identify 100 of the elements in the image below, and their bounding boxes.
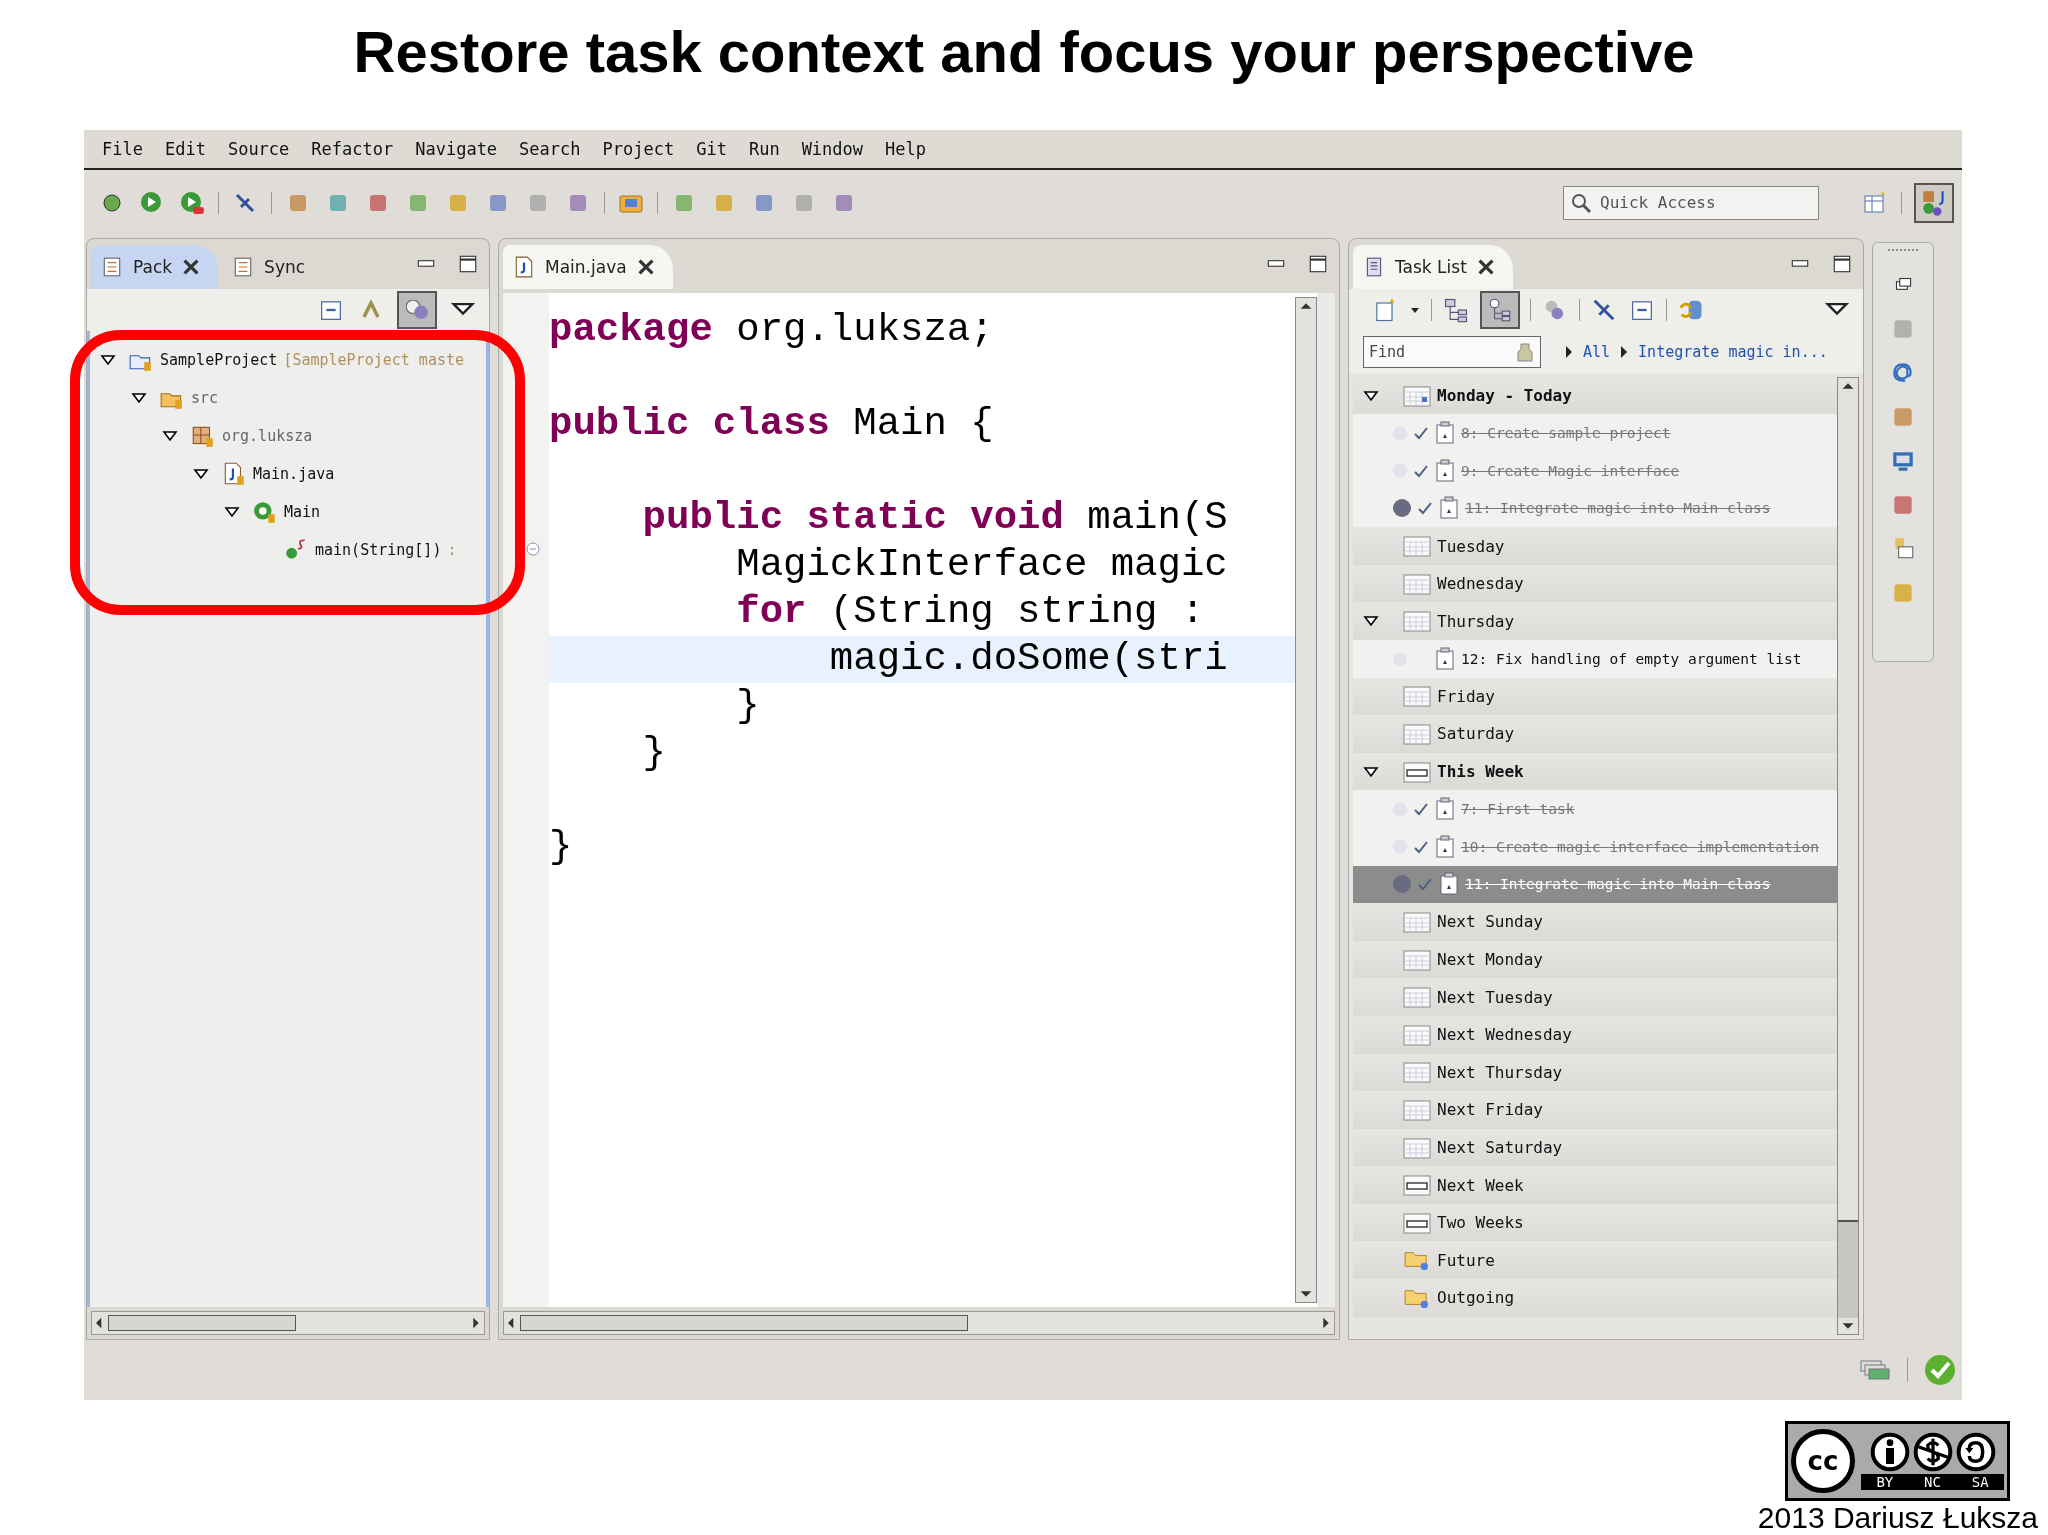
task-label: 7: First task xyxy=(1461,801,1575,818)
task-category[interactable]: Wednesday xyxy=(1437,574,1524,594)
task-icon xyxy=(1439,496,1459,521)
java-file-icon xyxy=(513,255,535,278)
horizontal-scrollbar[interactable] xyxy=(503,1311,1335,1336)
menu-item[interactable]: Refactor xyxy=(311,138,394,159)
tree-item[interactable]: SampleProject xyxy=(160,350,278,369)
menu-item[interactable]: Search xyxy=(519,138,581,159)
task-category[interactable]: Monday - Today xyxy=(1437,386,1572,406)
task-label: 8: Create sample project xyxy=(1461,425,1671,442)
task-row[interactable]: 12: Fix handling of empty argument list xyxy=(1353,640,1837,678)
close-icon[interactable] xyxy=(1476,257,1495,276)
check-icon[interactable] xyxy=(1924,1354,1956,1387)
task-category[interactable]: Tuesday xyxy=(1437,536,1505,556)
calendar-icon xyxy=(1403,535,1431,557)
task-category[interactable]: Next Friday xyxy=(1437,1100,1543,1120)
view-tab[interactable]: Task List xyxy=(1353,244,1513,289)
menu-item[interactable]: Edit xyxy=(164,138,206,159)
task-icon xyxy=(1435,421,1455,446)
breadcrumb-arrow-icon xyxy=(1565,344,1573,359)
menu-item[interactable]: Git xyxy=(696,138,727,159)
calendar-icon xyxy=(1403,572,1431,595)
vertical-scrollbar[interactable] xyxy=(1295,296,1317,1304)
close-icon[interactable] xyxy=(182,257,201,276)
task-category[interactable]: Next Week xyxy=(1437,1175,1524,1195)
person-icon xyxy=(1869,1432,1910,1472)
breadcrumb-link[interactable]: All xyxy=(1583,342,1611,361)
tree-item[interactable]: Main.java xyxy=(253,464,335,483)
tree-item[interactable]: src xyxy=(191,388,219,407)
horizontal-scrollbar[interactable] xyxy=(91,1311,485,1336)
scheduled-button[interactable] xyxy=(1480,290,1520,329)
task-label: 11: Integrate magic into Main class xyxy=(1465,500,1771,517)
fold-toggle-icon[interactable] xyxy=(525,540,541,557)
focus-button[interactable] xyxy=(397,290,437,329)
task-category[interactable]: Next Tuesday xyxy=(1437,987,1553,1007)
license-label: BY xyxy=(1876,1474,1894,1490)
activation-dot[interactable] xyxy=(1393,875,1411,894)
task-category[interactable]: Thursday xyxy=(1437,611,1515,631)
task-label: 10: Create magic interface implementation xyxy=(1461,838,1819,855)
calendar-icon xyxy=(1403,610,1431,633)
menu-item[interactable]: Run xyxy=(748,138,780,159)
task-row[interactable]: 9: Create Magic interface xyxy=(1353,452,1837,490)
task-category[interactable]: Next Monday xyxy=(1437,950,1543,970)
menu-item[interactable]: Source xyxy=(227,138,290,159)
view-icon xyxy=(101,255,123,278)
task-category[interactable]: Next Sunday xyxy=(1437,912,1543,932)
dollar-crossed-icon xyxy=(1912,1432,1953,1472)
task-category[interactable]: This Week xyxy=(1437,762,1524,782)
focus-icon xyxy=(406,300,428,320)
task-row[interactable]: 8: Create sample project xyxy=(1353,414,1837,452)
task-category[interactable]: Next Wednesday xyxy=(1437,1025,1572,1045)
calendar-week-icon xyxy=(1403,1174,1431,1197)
task-category[interactable]: Saturday xyxy=(1437,724,1515,744)
menu-item[interactable]: Help xyxy=(885,138,926,159)
vertical-scrollbar[interactable] xyxy=(1837,376,1859,1336)
task-row[interactable]: 10: Create magic interface implementation xyxy=(1353,827,1837,866)
calendar-icon xyxy=(1403,685,1431,708)
tree-item-decoration: : xyxy=(447,540,457,559)
code-line: for (String string : xyxy=(735,589,1206,636)
view-tab[interactable]: Pack xyxy=(91,244,219,289)
close-icon[interactable] xyxy=(636,257,655,276)
code-line: public static void main(S xyxy=(641,495,1229,542)
editor-tab[interactable]: Main.java xyxy=(503,244,673,289)
code-line: } xyxy=(641,730,668,777)
license-label: SA xyxy=(1971,1474,1989,1490)
breadcrumb-link[interactable]: Integrate magic in... xyxy=(1638,342,1828,361)
task-row[interactable]: 7: First task xyxy=(1353,790,1837,828)
tab-label: Main.java xyxy=(545,256,627,277)
task-category[interactable]: Next Thursday xyxy=(1437,1062,1563,1082)
tree-item[interactable]: main(String[]) xyxy=(315,540,442,559)
task-category[interactable]: Friday xyxy=(1437,686,1495,706)
menu-item[interactable]: Window xyxy=(801,138,864,159)
scroll-thumb[interactable] xyxy=(1838,1220,1858,1319)
task-category[interactable]: Future xyxy=(1437,1250,1495,1270)
menu-item[interactable]: Project xyxy=(602,138,675,159)
calendar-week-icon xyxy=(1403,760,1431,783)
slide-title: Restore task context and focus your perspective xyxy=(353,18,1695,85)
find-field[interactable]: Find xyxy=(1363,335,1541,368)
task-label: 11: Integrate magic into Main class xyxy=(1465,876,1771,893)
schedule-tree-icon xyxy=(1487,296,1513,323)
quick-access-field[interactable]: Quick Access xyxy=(1563,185,1819,220)
license-label: NC xyxy=(1924,1474,1941,1490)
activation-dot[interactable] xyxy=(1393,499,1411,518)
code-line: package org.luksza; xyxy=(549,307,995,354)
calendar-icon xyxy=(1403,948,1431,971)
menu-item[interactable]: File xyxy=(102,138,143,159)
calendar-icon xyxy=(1403,1061,1431,1084)
task-row[interactable]: 11: Integrate magic into Main class xyxy=(1353,489,1837,528)
calendar-icon xyxy=(1403,384,1431,407)
tree-item[interactable]: Main xyxy=(284,502,321,521)
task-category[interactable]: Next Saturday xyxy=(1437,1138,1563,1157)
view-tab[interactable]: Sync xyxy=(222,244,324,289)
calendar-icon xyxy=(1403,986,1431,1009)
task-icon xyxy=(1435,458,1455,483)
tree-item[interactable]: org.luksza xyxy=(222,426,313,445)
java-perspective-button[interactable] xyxy=(1914,182,1954,223)
task-category[interactable]: Outgoing xyxy=(1437,1288,1515,1308)
task-category[interactable]: Two Weeks xyxy=(1437,1213,1524,1233)
menu-item[interactable]: Navigate xyxy=(415,138,498,159)
task-icon xyxy=(1439,872,1459,897)
